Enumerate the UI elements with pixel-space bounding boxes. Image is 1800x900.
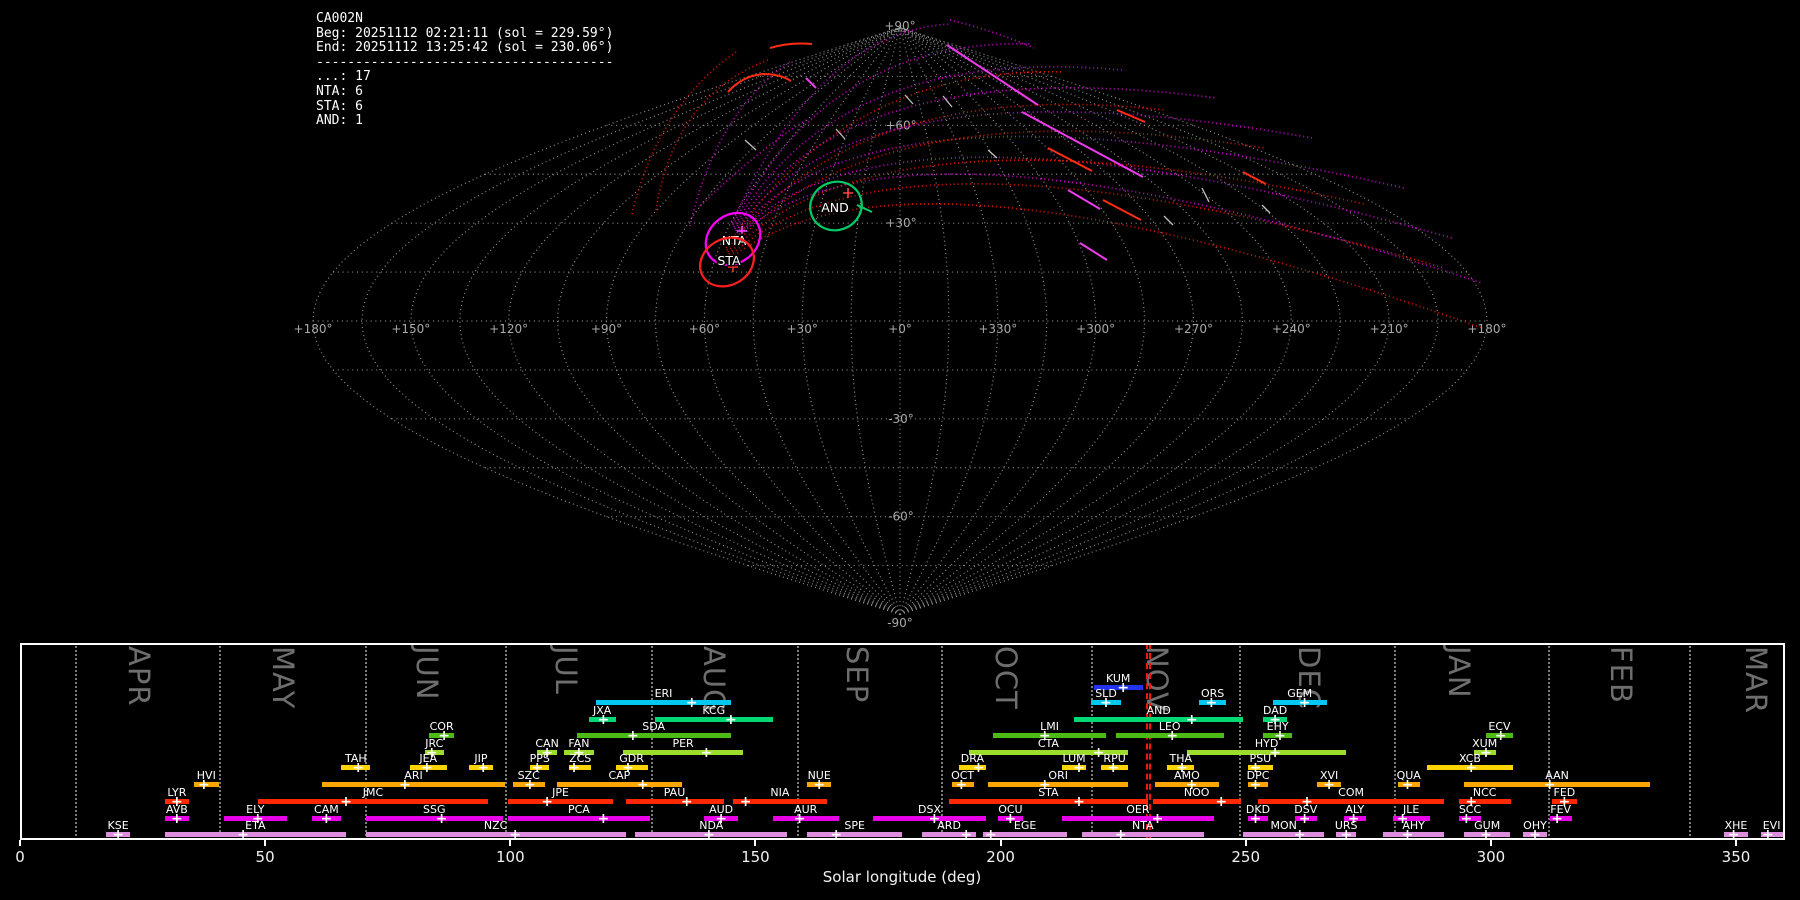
x-tick-label-200: 200: [986, 848, 1015, 866]
x-tick: [509, 840, 511, 846]
x-tick-label-250: 250: [1231, 848, 1260, 866]
x-tick-label-300: 300: [1477, 848, 1506, 866]
x-tick-label-0: 0: [15, 848, 25, 866]
x-tick-label-150: 150: [741, 848, 770, 866]
x-tick: [1735, 840, 1737, 846]
x-tick: [754, 840, 756, 846]
chart-frame: [20, 643, 1785, 840]
x-tick: [1000, 840, 1002, 846]
x-tick: [1490, 840, 1492, 846]
x-tick: [19, 840, 21, 846]
x-tick: [264, 840, 266, 846]
x-tick-label-350: 350: [1722, 848, 1751, 866]
x-axis-title: Solar longitude (deg): [823, 868, 981, 886]
x-tick-label-50: 50: [256, 848, 275, 866]
shower-activity-timeline: APRMAYJUNJULAUGSEPOCTNOVDECJANFEBMARKUM+…: [0, 0, 1800, 900]
x-tick-label-100: 100: [496, 848, 525, 866]
meteor-radiant-plot: +180°+150°+120°+90°+60°+30°+0°+330°+300°…: [0, 0, 1800, 900]
x-tick: [1245, 840, 1247, 846]
